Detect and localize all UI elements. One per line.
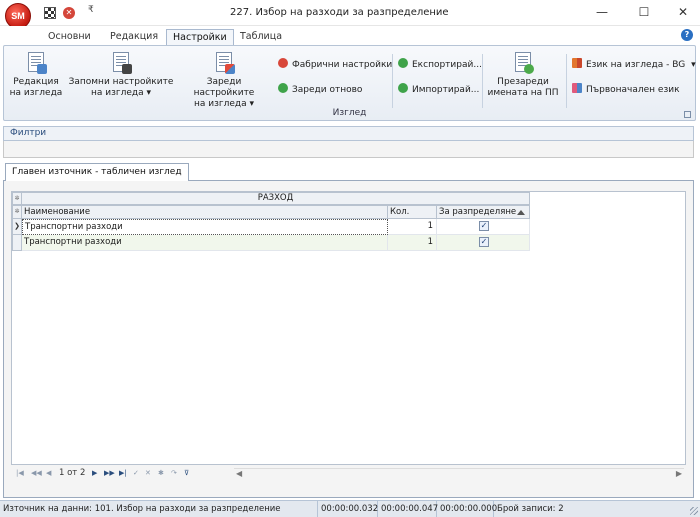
cell-distribute[interactable]: ✓ — [437, 219, 530, 235]
original-language-icon — [572, 83, 582, 93]
edit-view-label-1: Редакция — [13, 77, 59, 87]
distribute-checkbox[interactable]: ✓ — [479, 237, 489, 247]
save-view-label-2: на изгледа ▾ — [90, 88, 152, 98]
tab-main-source-table-view[interactable]: Главен източник - табличен изглед — [5, 163, 189, 181]
help-icon[interactable]: ? — [681, 29, 693, 41]
reload-names-label-1: Презареди — [497, 77, 549, 87]
cell-qty[interactable]: 1 — [388, 219, 437, 235]
ribbon-group-label: Изглед — [332, 108, 367, 118]
prev-record-button[interactable]: ◀ — [46, 466, 51, 480]
status-record-count: Брой записи: 2 — [497, 504, 564, 514]
reload-button[interactable]: Зареди отново — [278, 83, 362, 97]
tab-edit[interactable]: Редакция — [104, 29, 164, 46]
language-book-icon — [572, 58, 582, 68]
last-record-button[interactable]: ▶| — [119, 466, 127, 480]
row-indicator-icon[interactable]: ❯ — [12, 219, 22, 235]
ribbon: Редакция на изгледа Запомни настройките … — [3, 45, 696, 121]
window-title: 227. Избор на разходи за разпределение — [230, 7, 449, 18]
qat-customize-dropdown[interactable]: ₹ — [88, 5, 94, 15]
resize-grip-icon[interactable] — [690, 507, 698, 515]
next-page-button[interactable]: ▶▶ — [104, 466, 115, 480]
ribbon-separator — [392, 54, 393, 108]
column-header-row: ✲ Наименование Кол. За разпределяне — [12, 205, 530, 219]
reload-names-icon — [512, 50, 534, 74]
minimize-button[interactable]: — — [585, 0, 619, 24]
next-record-button[interactable]: ▶ — [92, 466, 97, 480]
import-button[interactable]: Импортирай... — [398, 83, 479, 97]
table-row[interactable]: ❯ Транспортни разходи 1 ✓ — [12, 219, 530, 235]
factory-settings-button[interactable]: Фабрични настройки — [278, 58, 392, 72]
export-button[interactable]: Експортирай... — [398, 58, 482, 72]
append-record-button[interactable]: ✱ — [158, 466, 164, 480]
save-view-settings-button[interactable]: Запомни настройките на изгледа ▾ — [68, 50, 174, 99]
import-icon — [398, 83, 408, 93]
status-data-source: Източник на данни: 101. Избор на разходи… — [0, 501, 318, 517]
distribute-checkbox[interactable]: ✓ — [479, 221, 489, 231]
load-view-settings-button[interactable]: Зареди настройките на изгледа ▾ — [176, 50, 272, 110]
ribbon-separator — [482, 54, 483, 108]
horizontal-scrollbar[interactable]: ◀ ▶ — [234, 468, 684, 478]
edit-view-button[interactable]: Редакция на изгледа — [8, 50, 64, 99]
cancel-icon[interactable]: ✕ — [63, 7, 75, 19]
column-header-name[interactable]: Наименование — [22, 205, 388, 219]
ribbon-tabs: Основни Редакция Настройки Таблица ? — [0, 26, 700, 46]
post-edit-button[interactable]: ✓ — [133, 466, 139, 480]
edit-view-icon — [25, 50, 47, 74]
prev-page-button[interactable]: ◀◀ — [31, 466, 42, 480]
dialog-launcher-icon[interactable] — [684, 111, 691, 118]
reload-names-button[interactable]: Презареди имената на ПП — [486, 50, 560, 99]
status-time-2: 00:00:00.047 — [378, 501, 438, 517]
band-indicator-icon[interactable]: ✲ — [12, 192, 22, 205]
sort-ascending-icon — [517, 210, 525, 215]
tab-table[interactable]: Таблица — [234, 29, 288, 46]
cell-qty[interactable]: 1 — [388, 235, 437, 251]
scroll-left-icon[interactable]: ◀ — [236, 467, 242, 481]
filter-icon[interactable]: ⊽ — [184, 466, 189, 480]
filters-panel — [3, 141, 694, 158]
load-view-label-1: Зареди настройките — [193, 77, 255, 98]
export-icon — [398, 58, 408, 68]
band-header-row: ✲ РАЗХОД — [12, 192, 530, 205]
cell-name[interactable]: Транспортни разходи — [22, 235, 388, 251]
edit-view-label-2: на изгледа — [9, 88, 63, 98]
save-view-label-1: Запомни настройките — [68, 77, 174, 87]
page-indicator: 1 от 2 — [59, 468, 86, 478]
status-time-1: 00:00:00.032 — [318, 501, 378, 517]
cancel-edit-button[interactable]: ✕ — [145, 466, 151, 480]
save-settings-icon — [110, 50, 132, 74]
band-header[interactable]: РАЗХОД — [22, 192, 530, 205]
column-header-distribute[interactable]: За разпределяне — [437, 205, 530, 219]
grid-navigator: |◀ ◀◀ ◀ 1 от 2 ▶ ▶▶ ▶| ✓ ✕ ✱ ↷ ⊽ ◀ ▶ — [12, 466, 686, 480]
close-button[interactable]: ✕ — [666, 0, 700, 24]
table-row[interactable]: Транспортни разходи 1 ✓ — [12, 235, 530, 251]
cell-name[interactable]: Транспортни разходи — [22, 219, 388, 235]
cell-distribute[interactable]: ✓ — [437, 235, 530, 251]
original-language-button[interactable]: Първоначален език — [572, 83, 680, 97]
filters-header[interactable]: Филтри — [3, 126, 694, 141]
chevron-down-icon: ▾ — [691, 60, 696, 70]
scroll-right-icon[interactable]: ▶ — [676, 467, 682, 481]
factory-reset-icon — [278, 58, 288, 68]
reload-names-label-2: имената на ПП — [487, 88, 559, 98]
row-indicator-icon[interactable] — [12, 235, 22, 251]
title-bar: SM ✕ ₹ 227. Избор на разходи за разпреде… — [0, 0, 700, 29]
load-settings-icon — [213, 50, 235, 74]
refresh-button[interactable]: ↷ — [171, 466, 177, 480]
tab-settings[interactable]: Настройки — [166, 29, 234, 46]
ribbon-separator — [566, 54, 567, 108]
status-bar: Източник на данни: 101. Избор на разходи… — [0, 500, 700, 517]
reload-icon — [278, 83, 288, 93]
tab-main[interactable]: Основни — [42, 29, 97, 46]
view-language-dropdown[interactable]: Език на изгледа - BG ▾ — [572, 58, 696, 72]
checkered-flag-icon[interactable] — [44, 7, 56, 19]
status-time-3: 00:00:00.000 — [437, 501, 497, 517]
first-record-button[interactable]: |◀ — [16, 466, 24, 480]
column-header-distribute-label: За разпределяне — [439, 207, 517, 217]
column-header-qty[interactable]: Кол. — [388, 205, 437, 219]
maximize-button[interactable]: ☐ — [627, 0, 661, 24]
column-indicator-icon[interactable]: ✲ — [12, 205, 22, 219]
